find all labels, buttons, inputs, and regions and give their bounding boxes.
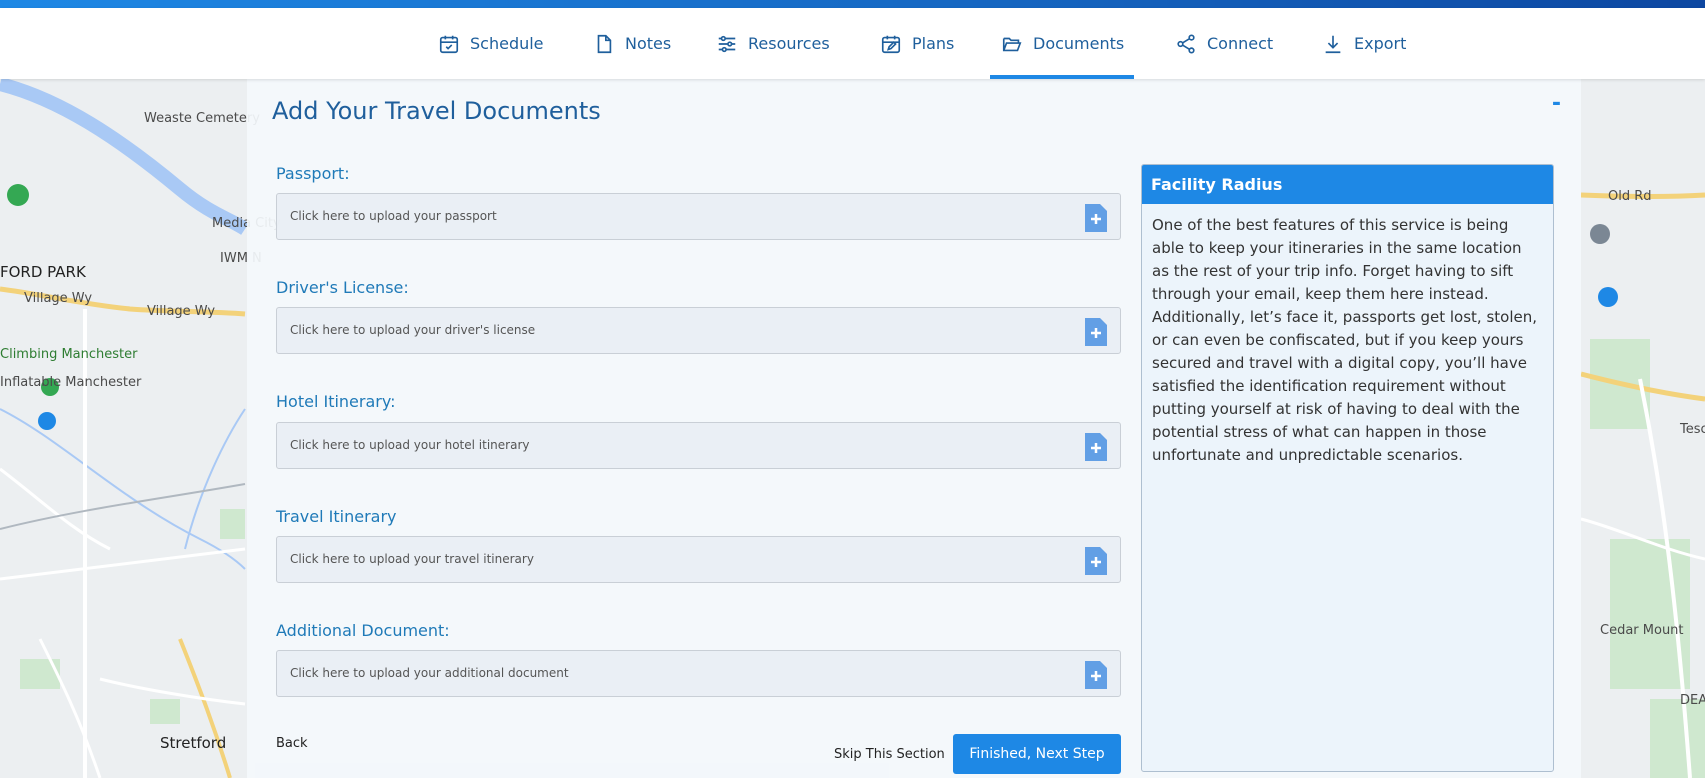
travel-itinerary-upload[interactable]: Click here to upload your travel itinera…: [276, 536, 1121, 583]
nav-label: Export: [1354, 34, 1407, 53]
map-label: Cedar Mount: [1600, 623, 1684, 638]
back-link[interactable]: Back: [276, 736, 308, 751]
file-add-icon[interactable]: [1083, 316, 1109, 348]
calendar-edit-icon: [881, 35, 901, 53]
page-title: Add Your Travel Documents: [272, 97, 601, 125]
top-nav: Schedule Notes Resources Plans Documents…: [0, 8, 1705, 79]
file-add-icon[interactable]: [1083, 431, 1109, 463]
nav-label: Plans: [912, 34, 955, 53]
additional-document-upload[interactable]: Click here to upload your additional doc…: [276, 650, 1121, 697]
passport-upload[interactable]: Click here to upload your passport: [276, 193, 1121, 240]
additional-document-label: Additional Document:: [276, 621, 450, 640]
nav-documents[interactable]: Documents: [989, 8, 1135, 79]
top-accent-bar: [0, 0, 1705, 8]
map-label: Climbing Manchester: [0, 347, 138, 362]
nav-label: Schedule: [470, 34, 544, 53]
map-label: Tesco: [1680, 422, 1705, 437]
nav-label: Connect: [1207, 34, 1274, 53]
passport-label: Passport:: [276, 164, 350, 183]
hotel-itinerary-label: Hotel Itinerary:: [276, 392, 396, 411]
share-icon: [1177, 33, 1195, 54]
nav-label: Documents: [1033, 34, 1125, 53]
upload-placeholder: Click here to upload your driver's licen…: [290, 323, 536, 337]
file-add-icon[interactable]: [1083, 202, 1109, 234]
file-add-icon[interactable]: [1083, 545, 1109, 577]
nav-label: Resources: [748, 34, 830, 53]
nav-connect[interactable]: Connect: [1175, 8, 1273, 79]
upload-placeholder: Click here to upload your travel itinera…: [290, 552, 534, 566]
download-icon: [1325, 35, 1341, 53]
info-card-body: One of the best features of this service…: [1152, 216, 1538, 464]
map-label: Village Wy: [147, 304, 216, 319]
calendar-check-icon: [439, 35, 459, 53]
nav-export[interactable]: Export: [1322, 8, 1406, 79]
file-add-icon[interactable]: [1083, 659, 1109, 691]
upload-placeholder: Click here to upload your passport: [290, 209, 497, 223]
upload-placeholder: Click here to upload your hotel itinerar…: [290, 438, 530, 452]
map-label: Village Wy: [24, 291, 93, 306]
folder-open-icon: [1002, 37, 1022, 51]
map-label: DEANSGATE: [1680, 693, 1705, 708]
drivers-license-label: Driver's License:: [276, 278, 409, 297]
map-label: Inflatable Manchester: [0, 375, 142, 390]
hotel-itinerary-upload[interactable]: Click here to upload your hotel itinerar…: [276, 422, 1121, 469]
nav-resources[interactable]: Resources: [716, 8, 830, 79]
info-card-title: Facility Radius: [1142, 165, 1553, 204]
drivers-license-upload[interactable]: Click here to upload your driver's licen…: [276, 307, 1121, 354]
finished-next-step-button[interactable]: Finished, Next Step: [953, 734, 1121, 774]
info-card: Facility Radius One of the best features…: [1141, 164, 1554, 772]
nav-label: Notes: [625, 34, 672, 53]
skip-section-link[interactable]: Skip This Section: [834, 747, 945, 762]
collapse-button[interactable]: -: [1552, 91, 1561, 116]
documents-panel: Add Your Travel Documents - Passport: Cl…: [247, 79, 1581, 778]
upload-placeholder: Click here to upload your additional doc…: [290, 666, 569, 680]
map-label: Old Rd: [1608, 189, 1652, 204]
map-label: Stretford: [160, 734, 227, 752]
map-label: FORD PARK: [0, 263, 86, 281]
sliders-icon: [718, 35, 736, 52]
nav-schedule[interactable]: Schedule: [438, 8, 544, 79]
nav-plans[interactable]: Plans: [880, 8, 954, 79]
map-label: Weaste Cemetery: [144, 111, 260, 126]
travel-itinerary-label: Travel Itinerary: [276, 507, 397, 526]
file-icon: [597, 34, 612, 53]
nav-notes[interactable]: Notes: [593, 8, 671, 79]
